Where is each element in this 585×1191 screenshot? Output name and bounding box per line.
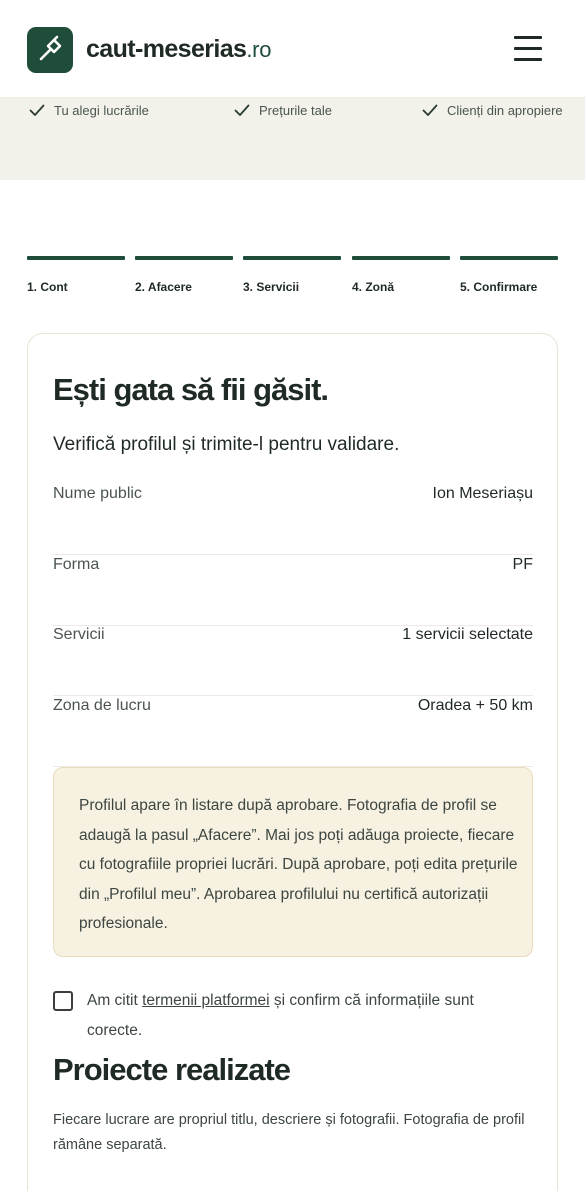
summary-value: 1 servicii selectate: [402, 626, 533, 643]
summary-key: Nume public: [53, 485, 142, 502]
notice-text: Profilul apare în listare după aprobare.…: [79, 797, 518, 932]
step-label: 2. Afacere: [135, 280, 192, 294]
check-icon: [422, 104, 438, 116]
benefit-label: Tu alegi lucrările: [54, 102, 149, 118]
summary-row-services: Servicii 1 servicii selectate: [53, 625, 533, 696]
progress-steps: 1. Cont 2. Afacere 3. Servicii 4. Zonă 5…: [27, 256, 558, 296]
brand-name[interactable]: caut-meserias.ro: [86, 32, 271, 67]
step-bar: [135, 256, 233, 260]
summary-value: Ion Meseriașu: [432, 485, 534, 502]
step-cont[interactable]: 1. Cont: [27, 256, 125, 294]
projects-description: Fiecare lucrare are propriul titlu, desc…: [53, 1112, 525, 1153]
summary-row-zone: Zona de lucru Oradea + 50 km: [53, 696, 533, 767]
check-icon: [234, 104, 250, 116]
step-label: 1. Cont: [27, 280, 68, 294]
hamburger-menu-icon[interactable]: [514, 36, 542, 62]
benefits-strip: Tu alegi lucrările Prețurile tale Clienț…: [0, 98, 585, 180]
step-bar: [460, 256, 558, 260]
summary-key: Forma: [53, 556, 100, 573]
step-bar: [27, 256, 125, 260]
check-icon: [29, 104, 45, 116]
terms-link[interactable]: termenii platformei: [142, 992, 270, 1009]
step-label: 3. Servicii: [243, 280, 300, 294]
consent-before: Am citit: [87, 992, 143, 1009]
step-servicii[interactable]: 3. Servicii: [243, 256, 341, 294]
step-label: 5. Confirmare: [460, 280, 538, 294]
benefit-label: Clienți din apropiere: [447, 102, 563, 118]
hammer-icon: [39, 35, 62, 61]
step-confirmare[interactable]: 5. Confirmare: [460, 256, 558, 294]
benefit-item: Tu alegi lucrările: [29, 98, 149, 122]
card-subtitle: Verifică profilul și trimite-l pentru va…: [53, 434, 400, 455]
step-bar: [352, 256, 450, 260]
summary-value: PF: [512, 556, 533, 573]
site-header: caut-meserias.ro: [0, 0, 585, 98]
benefit-label: Prețurile tale: [259, 102, 332, 118]
card-title: Ești gata să fii găsit.: [53, 372, 329, 407]
summary-value: Oradea + 50 km: [417, 697, 533, 714]
summary-key: Servicii: [53, 626, 105, 643]
confirmation-card: Ești gata să fii găsit. Verifică profilu…: [27, 333, 558, 1191]
terms-checkbox[interactable]: [53, 991, 73, 1011]
benefit-item: Clienți din apropiere: [422, 98, 563, 122]
summary-key: Zona de lucru: [53, 697, 151, 714]
summary-row-name: Nume public Ion Meseriașu: [53, 484, 533, 555]
projects-title: Proiecte realizate: [53, 1052, 291, 1087]
step-bar: [243, 256, 341, 260]
brand-tld: .ro: [246, 37, 272, 62]
brand-main: caut-meserias: [86, 35, 247, 63]
logo[interactable]: [27, 27, 73, 73]
summary-row-form: Forma PF: [53, 555, 533, 626]
step-zona[interactable]: 4. Zonă: [352, 256, 450, 294]
benefit-item: Prețurile tale: [234, 98, 332, 122]
step-afacere[interactable]: 2. Afacere: [135, 256, 233, 294]
step-label: 4. Zonă: [352, 280, 395, 294]
approval-notice: Profilul apare în listare după aprobare.…: [53, 767, 533, 957]
consent-text: Am citit termenii platformei și confirm …: [87, 986, 533, 1046]
